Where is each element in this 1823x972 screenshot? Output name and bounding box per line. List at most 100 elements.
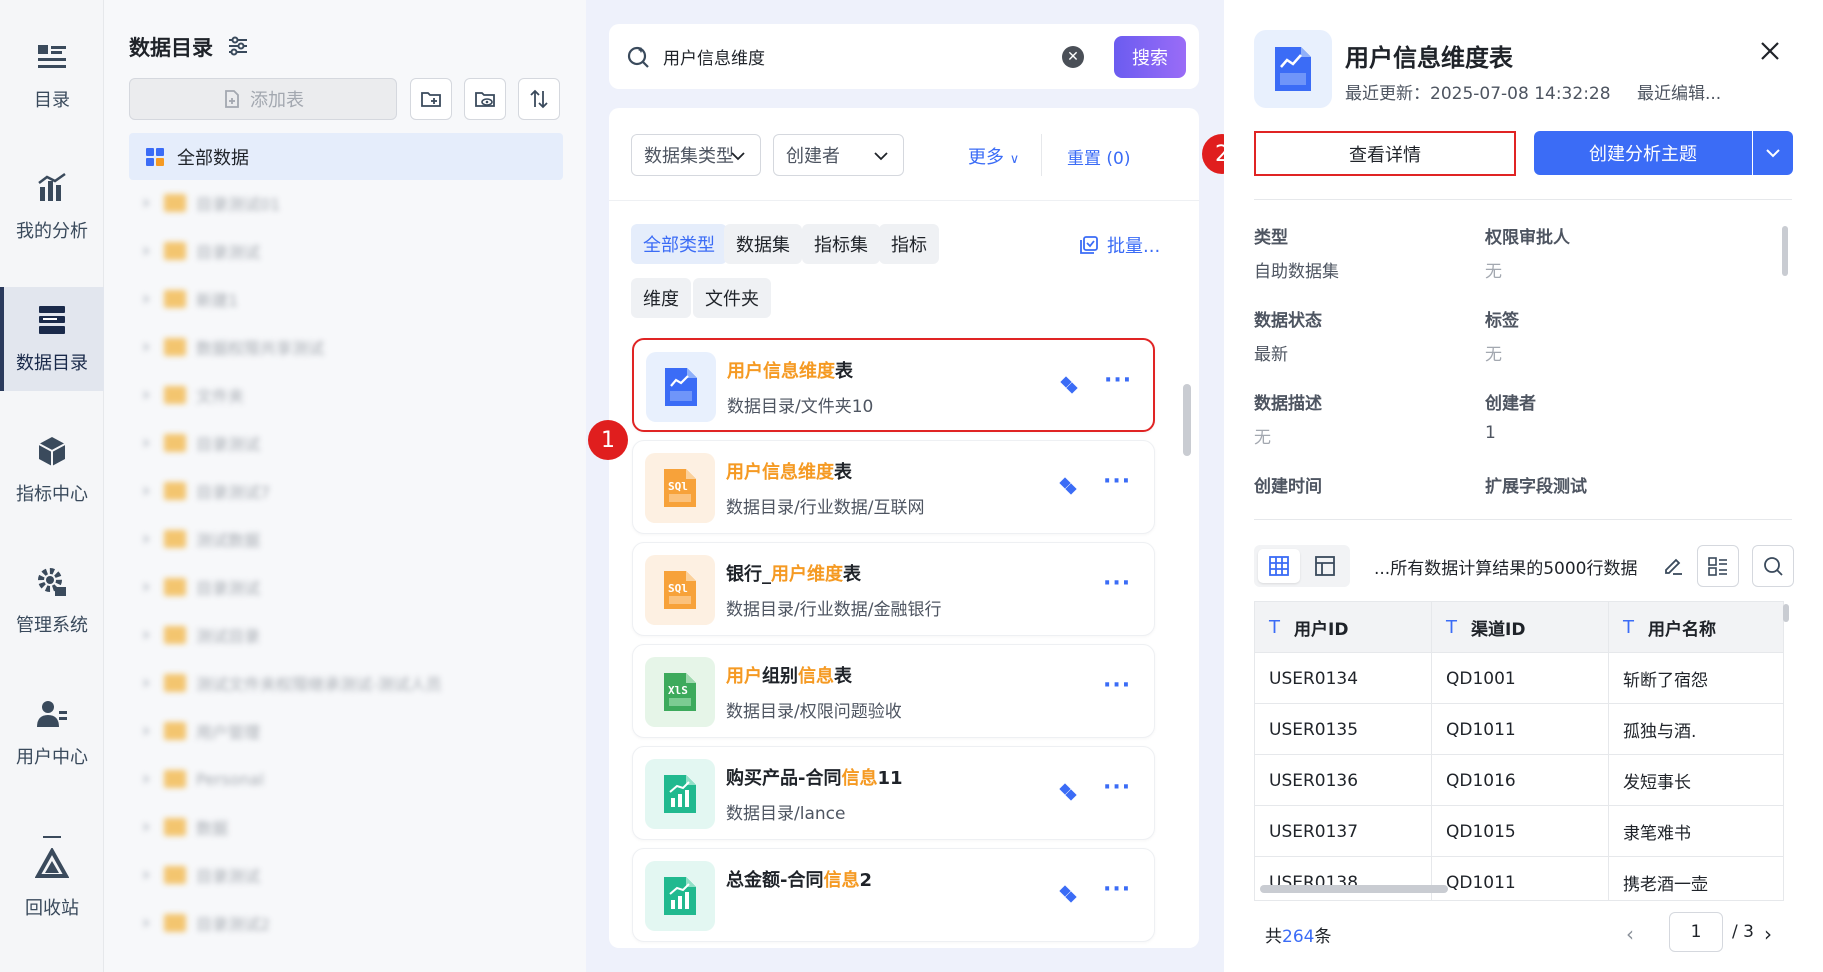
table-row[interactable]: USER0134 QD1001 斩断了宿怨 bbox=[1255, 653, 1783, 704]
table-row[interactable]: USER0138 QD1011 携老酒一壶 bbox=[1255, 857, 1783, 900]
more-options-icon[interactable]: ··· bbox=[1104, 368, 1132, 393]
tree-folder-item[interactable]: 目录测试7 bbox=[144, 476, 270, 506]
view-visibility-button[interactable] bbox=[464, 78, 506, 120]
chip-dimension[interactable]: 维度 bbox=[631, 278, 691, 318]
more-options-icon[interactable]: ··· bbox=[1103, 673, 1131, 698]
nav-item-recycle-bin[interactable]: 回收站 bbox=[0, 832, 104, 936]
more-options-icon[interactable]: ··· bbox=[1103, 571, 1131, 596]
tree-folder-label: 测试文件夹权限继承测试-测试人员 bbox=[196, 675, 442, 694]
linked-diamond-icon[interactable] bbox=[1058, 884, 1078, 904]
expand-arrow-icon[interactable] bbox=[144, 390, 150, 400]
tree-folder-item[interactable]: 测试数据 bbox=[144, 524, 260, 554]
dataset-type-dropdown[interactable]: 数据集类型 bbox=[631, 134, 761, 176]
nav-item-metric-center[interactable]: 指标中心 bbox=[0, 418, 104, 522]
column-header-channel-id[interactable]: T 渠道ID bbox=[1432, 602, 1609, 653]
tree-folder-item[interactable]: 用户管理 bbox=[144, 716, 260, 746]
edit-icon[interactable] bbox=[1662, 554, 1684, 576]
add-table-button[interactable]: 添加表 bbox=[129, 78, 397, 120]
fields-scrollbar[interactable] bbox=[1782, 226, 1788, 276]
new-folder-button[interactable] bbox=[410, 78, 452, 120]
all-data-item[interactable]: 全部数据 bbox=[129, 133, 563, 180]
chip-all-types[interactable]: 全部类型 bbox=[631, 224, 727, 264]
reset-button[interactable]: 重置 (0) bbox=[1067, 144, 1130, 169]
expand-arrow-icon[interactable] bbox=[144, 534, 150, 544]
expand-arrow-icon[interactable] bbox=[144, 198, 150, 208]
table-horizontal-scrollbar[interactable] bbox=[1260, 885, 1448, 893]
result-item[interactable]: SQl 银行_用户维度表 数据目录/行业数据/金融银行 ··· bbox=[632, 542, 1155, 636]
tree-folder-item[interactable]: 新建1 bbox=[144, 284, 238, 314]
tree-folder-item[interactable]: 目录测试 bbox=[144, 428, 260, 458]
table-row[interactable]: USER0137 QD1015 隶笔难书 bbox=[1255, 806, 1783, 857]
creator-dropdown[interactable]: 创建者 bbox=[773, 134, 904, 176]
nav-item-admin[interactable]: 管理系统 bbox=[0, 549, 104, 653]
tree-folder-item[interactable]: 文件夹 bbox=[144, 380, 244, 410]
page-input[interactable]: 1 bbox=[1669, 912, 1723, 952]
create-topic-button[interactable]: 创建分析主题 bbox=[1534, 131, 1752, 175]
chip-metric-set[interactable]: 指标集 bbox=[802, 224, 880, 264]
create-topic-dropdown[interactable] bbox=[1753, 131, 1793, 175]
chip-dataset[interactable]: 数据集 bbox=[724, 224, 802, 264]
search-button[interactable]: 搜索 bbox=[1114, 36, 1186, 78]
expand-arrow-icon[interactable] bbox=[144, 582, 150, 592]
more-options-icon[interactable]: ··· bbox=[1103, 775, 1131, 800]
clear-search-icon[interactable]: ✕ bbox=[1062, 46, 1084, 68]
batch-button[interactable]: 批量... bbox=[1079, 232, 1160, 258]
table-search-button[interactable] bbox=[1752, 545, 1794, 587]
results-scrollbar[interactable] bbox=[1183, 384, 1191, 456]
table-vertical-scrollbar[interactable] bbox=[1783, 604, 1789, 622]
more-options-icon[interactable]: ··· bbox=[1103, 469, 1131, 494]
nav-item-directory[interactable]: 目录 bbox=[0, 24, 104, 128]
close-icon[interactable] bbox=[1757, 38, 1783, 64]
column-header-user-name[interactable]: T 用户名称 bbox=[1609, 602, 1783, 653]
expand-arrow-icon[interactable] bbox=[144, 246, 150, 256]
result-item[interactable]: 购买产品-合同信息11 数据目录/lance ··· bbox=[632, 746, 1155, 840]
expand-arrow-icon[interactable] bbox=[144, 822, 150, 832]
layout-view-toggle[interactable] bbox=[1304, 549, 1346, 583]
tree-folder-item[interactable]: 测试文件夹权限继承测试-测试人员 bbox=[144, 668, 442, 698]
expand-arrow-icon[interactable] bbox=[144, 918, 150, 928]
nav-item-user-center[interactable]: 用户中心 bbox=[0, 681, 104, 785]
tree-folder-item[interactable]: 目录测试 bbox=[144, 236, 260, 266]
expand-arrow-icon[interactable] bbox=[144, 870, 150, 880]
tree-folder-item[interactable]: 目录测试2 bbox=[144, 908, 270, 938]
more-filters-button[interactable]: 更多 ∨ bbox=[968, 143, 1019, 169]
expand-arrow-icon[interactable] bbox=[144, 486, 150, 496]
tree-folder-item[interactable]: 目录测试01 bbox=[144, 188, 280, 218]
expand-arrow-icon[interactable] bbox=[144, 630, 150, 640]
column-header-user-id[interactable]: T 用户ID bbox=[1255, 602, 1432, 653]
expand-arrow-icon[interactable] bbox=[144, 438, 150, 448]
result-item[interactable]: XlS 用户组别信息表 数据目录/权限问题验收 ··· bbox=[632, 644, 1155, 738]
more-options-icon[interactable]: ··· bbox=[1103, 877, 1131, 902]
tree-folder-item[interactable]: 数据权限共享测试 bbox=[144, 332, 324, 362]
result-item[interactable]: 用户信息维度表 数据目录/文件夹10 ··· bbox=[632, 338, 1155, 432]
tree-folder-item[interactable]: 数据 bbox=[144, 812, 228, 842]
tree-folder-item[interactable]: Personal bbox=[144, 764, 264, 794]
prev-page-icon[interactable]: ‹ bbox=[1626, 922, 1634, 946]
table-row[interactable]: USER0136 QD1016 发短事长 bbox=[1255, 755, 1783, 806]
expand-arrow-icon[interactable] bbox=[144, 342, 150, 352]
linked-diamond-icon[interactable] bbox=[1059, 375, 1079, 395]
linked-diamond-icon[interactable] bbox=[1058, 476, 1078, 496]
result-item[interactable]: SQl 用户信息维度表 数据目录/行业数据/互联网 ··· bbox=[632, 440, 1155, 534]
view-details-button[interactable]: 查看详情 bbox=[1254, 131, 1516, 176]
nav-item-my-analysis[interactable]: 我的分析 bbox=[0, 155, 104, 259]
sort-button[interactable] bbox=[518, 78, 560, 120]
chip-folder[interactable]: 文件夹 bbox=[693, 278, 771, 318]
filter-settings-icon[interactable] bbox=[226, 34, 250, 58]
field-settings-button[interactable] bbox=[1697, 545, 1739, 587]
linked-diamond-icon[interactable] bbox=[1058, 782, 1078, 802]
chip-metric[interactable]: 指标 bbox=[879, 224, 939, 264]
nav-item-data-catalog[interactable]: 数据目录 bbox=[0, 287, 104, 391]
next-page-icon[interactable]: › bbox=[1764, 922, 1772, 946]
tree-folder-item[interactable]: 目录测试 bbox=[144, 860, 260, 890]
tree-folder-item[interactable]: 测试目录 bbox=[144, 620, 260, 650]
search-input[interactable]: 用户信息维度 bbox=[663, 44, 765, 69]
expand-arrow-icon[interactable] bbox=[144, 678, 150, 688]
result-item[interactable]: 总金额-合同信息2 ··· bbox=[632, 848, 1155, 942]
tree-folder-item[interactable]: 目录测试 bbox=[144, 572, 260, 602]
expand-arrow-icon[interactable] bbox=[144, 774, 150, 784]
expand-arrow-icon[interactable] bbox=[144, 726, 150, 736]
table-view-toggle[interactable] bbox=[1258, 549, 1300, 583]
table-row[interactable]: USER0135 QD1011 孤独与酒. bbox=[1255, 704, 1783, 755]
expand-arrow-icon[interactable] bbox=[144, 294, 150, 304]
